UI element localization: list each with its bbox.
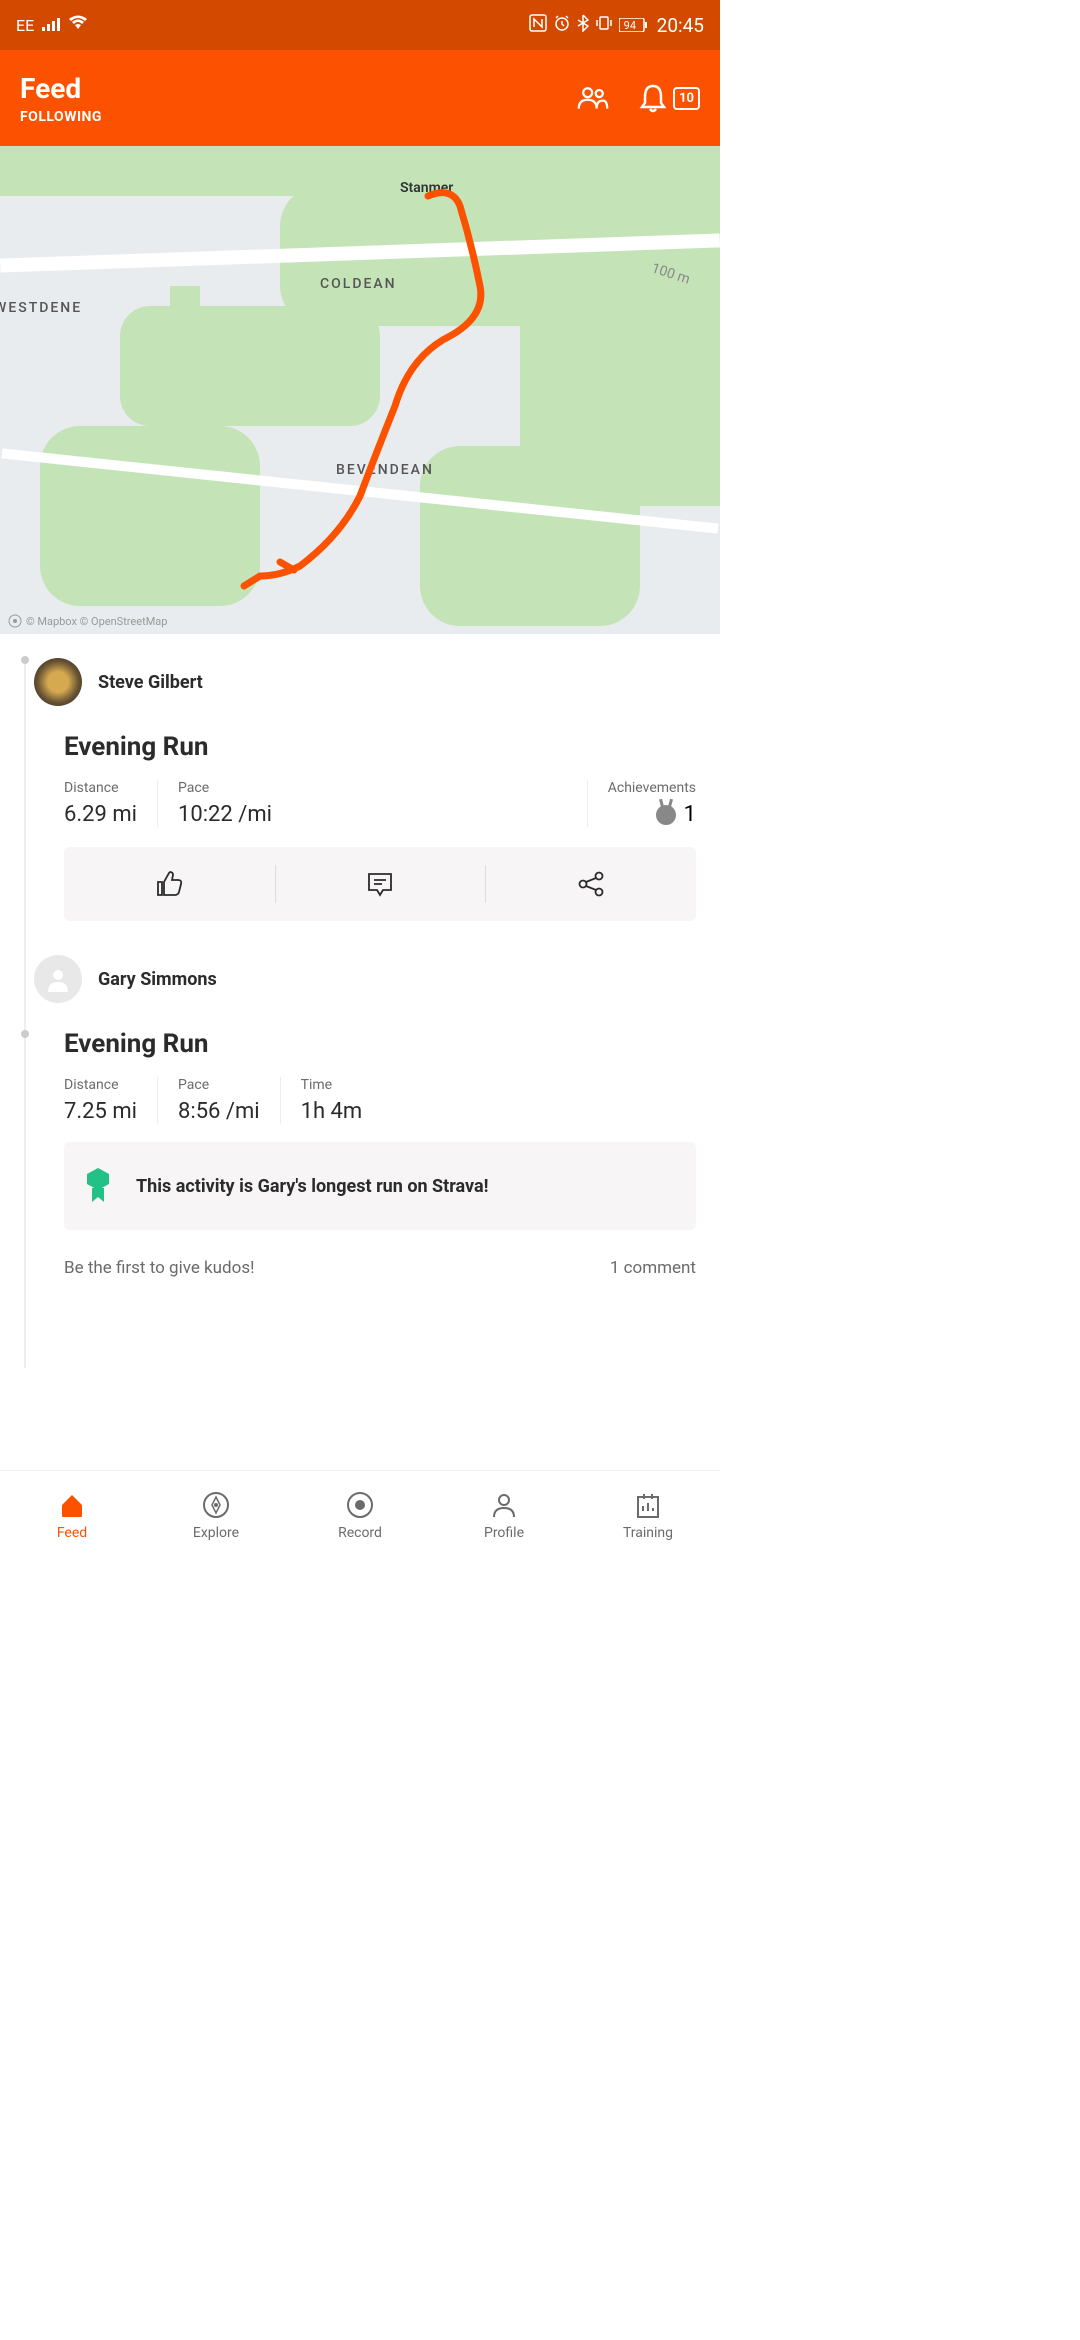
stat-label-distance: Distance — [64, 780, 137, 796]
nav-feed[interactable]: Feed — [0, 1471, 144, 1560]
notification-badge[interactable]: 10 — [673, 87, 700, 110]
nav-label: Explore — [193, 1525, 239, 1541]
user-name[interactable]: Gary Simmons — [98, 969, 217, 990]
route-path — [0, 146, 720, 634]
page-title: Feed — [20, 72, 102, 105]
nav-label: Profile — [484, 1525, 524, 1541]
home-icon — [58, 1491, 86, 1519]
status-bar: EE 94 20:45 — [0, 0, 720, 50]
stat-label-pace: Pace — [178, 1077, 260, 1093]
highlight-text: This activity is Gary's longest run on S… — [136, 1176, 489, 1197]
nav-label: Feed — [57, 1525, 87, 1541]
stat-value-time: 1h 4m — [301, 1099, 363, 1124]
badge-icon — [84, 1166, 112, 1206]
nav-label: Training — [623, 1525, 673, 1541]
stat-value-distance: 6.29 mi — [64, 802, 137, 827]
achievement-highlight: This activity is Gary's longest run on S… — [64, 1142, 696, 1230]
nav-record[interactable]: Record — [288, 1471, 432, 1560]
stat-label-achievements: Achievements — [608, 780, 696, 796]
friends-icon[interactable] — [577, 82, 609, 114]
nfc-icon — [529, 14, 547, 36]
activity-title[interactable]: Evening Run — [64, 1029, 696, 1059]
activity-title[interactable]: Evening Run — [64, 732, 696, 762]
alarm-icon — [553, 14, 571, 36]
wifi-icon — [68, 15, 88, 35]
training-icon — [634, 1491, 662, 1519]
comments-link[interactable]: 1 comment — [610, 1258, 696, 1278]
avatar[interactable] — [34, 955, 82, 1003]
activity-map[interactable]: Stanmer COLDEAN WESTDENE BEVENDEAN 100 m… — [0, 146, 720, 634]
nav-explore[interactable]: Explore — [144, 1471, 288, 1560]
timeline-dot — [21, 656, 29, 664]
activity-card[interactable]: Steve Gilbert Evening Run Distance 6.29 … — [0, 634, 720, 921]
compass-icon — [202, 1491, 230, 1519]
medal-icon — [656, 805, 676, 825]
comment-button[interactable] — [275, 847, 486, 921]
nav-training[interactable]: Training — [576, 1471, 720, 1560]
signal-icon — [42, 16, 60, 35]
carrier-label: EE — [16, 16, 34, 35]
bluetooth-icon — [577, 14, 589, 36]
kudos-prompt[interactable]: Be the first to give kudos! — [64, 1258, 255, 1278]
stat-value-achievements: 1 — [684, 802, 696, 827]
nav-label: Record — [338, 1525, 382, 1541]
bottom-nav: Feed Explore Record Profile Training — [0, 1470, 720, 1560]
stat-value-pace: 10:22 /mi — [178, 802, 272, 827]
bell-icon[interactable] — [637, 82, 669, 114]
stat-label-distance: Distance — [64, 1077, 137, 1093]
battery-icon: 94 — [619, 18, 647, 32]
stat-value-pace: 8:56 /mi — [178, 1099, 260, 1124]
feed-timeline — [24, 664, 26, 1368]
kudos-button[interactable] — [64, 847, 275, 921]
activity-card[interactable]: Gary Simmons Evening Run Distance 7.25 m… — [0, 921, 720, 1278]
app-header: Feed FOLLOWING 10 — [0, 50, 720, 146]
profile-icon — [490, 1491, 518, 1519]
vibrate-icon — [595, 14, 613, 36]
timeline-dot — [21, 1030, 29, 1038]
map-attribution: © Mapbox © OpenStreetMap — [8, 614, 167, 628]
avatar[interactable] — [34, 658, 82, 706]
page-subtitle[interactable]: FOLLOWING — [20, 109, 102, 125]
activity-feed: Steve Gilbert Evening Run Distance 6.29 … — [0, 634, 720, 1368]
battery-level: 94 — [624, 19, 636, 32]
stat-value-distance: 7.25 mi — [64, 1099, 137, 1124]
share-button[interactable] — [485, 847, 696, 921]
user-name[interactable]: Steve Gilbert — [98, 672, 203, 693]
record-icon — [346, 1491, 374, 1519]
stat-label-time: Time — [301, 1077, 363, 1093]
stat-label-pace: Pace — [178, 780, 272, 796]
nav-profile[interactable]: Profile — [432, 1471, 576, 1560]
status-time: 20:45 — [657, 14, 704, 37]
